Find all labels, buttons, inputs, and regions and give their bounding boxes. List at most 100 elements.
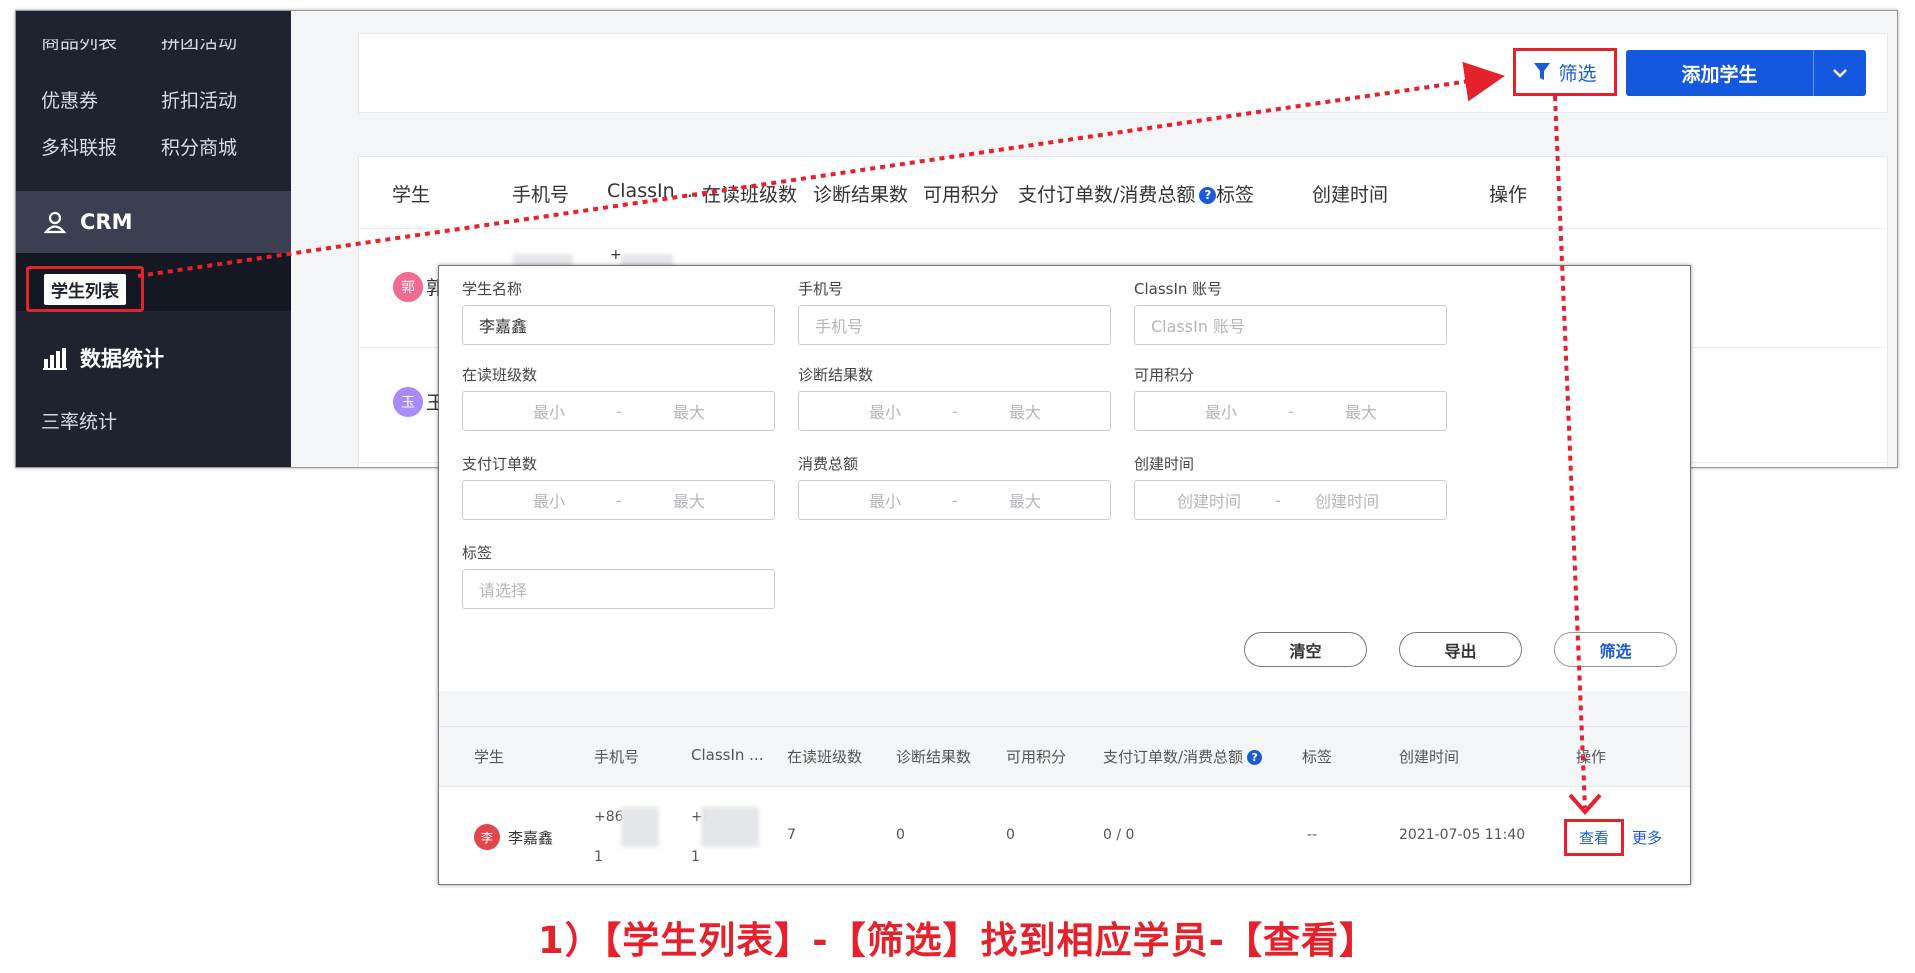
range-max[interactable]: 最大 (673, 399, 705, 423)
phone-suffix: 1 (594, 849, 603, 865)
range-dash: - (1288, 401, 1294, 421)
range-max[interactable]: 最大 (673, 488, 705, 512)
diag-count-value: 0 (896, 827, 905, 843)
filter-icon (1534, 63, 1551, 80)
phone-field[interactable]: 手机号 (798, 305, 1111, 345)
sidebar: 商品列表 拼团活动 优惠券 折扣活动 多科联报 积分商城 CRM 学生列表 数据… (16, 11, 291, 467)
range-min[interactable]: 最小 (869, 399, 901, 423)
range-dash: - (1275, 490, 1281, 510)
th-points[interactable]: 可用积分 (923, 180, 999, 207)
range-dash: - (952, 490, 958, 510)
avatar: 李 (474, 824, 500, 850)
label-created: 创建时间 (1134, 455, 1195, 473)
table-header: 学生 手机号 ClassIn ... 在读班级数 诊断结果数 可用积分 支付订单… (359, 157, 1887, 229)
view-button-highlight[interactable]: 查看 (1564, 819, 1624, 856)
filter-button[interactable]: 筛选 (1513, 48, 1617, 96)
range-dash: - (616, 490, 622, 510)
student-list-highlight[interactable]: 学生列表 (26, 266, 144, 312)
label-class-count: 在读班级数 (462, 366, 538, 384)
blurred-classin (701, 807, 759, 847)
rh-actions: 操作 (1576, 748, 1607, 766)
range-max[interactable]: 最大 (1009, 488, 1041, 512)
th-classin[interactable]: ClassIn ... (607, 180, 699, 202)
label-classin: ClassIn 账号 (1134, 280, 1223, 298)
menu-item-discounts[interactable]: 折扣活动 (161, 86, 281, 116)
rh-orders[interactable]: 支付订单数/消费总额? (1103, 746, 1263, 767)
clear-button[interactable]: 清空 (1244, 632, 1367, 667)
rh-created[interactable]: 创建时间 (1399, 746, 1459, 767)
chevron-down-icon (1833, 69, 1847, 78)
points-range[interactable]: 最小 - 最大 (1134, 391, 1447, 431)
label-student-name: 学生名称 (462, 280, 523, 298)
sidebar-group-crm[interactable]: CRM (16, 191, 291, 253)
more-link[interactable]: 更多 (1632, 827, 1662, 848)
th-created[interactable]: 创建时间 (1312, 180, 1388, 207)
bar-chart-icon (43, 348, 67, 370)
sidebar-item-three-rate[interactable]: 三率统计 (41, 407, 117, 434)
rh-student[interactable]: 学生 (474, 746, 504, 767)
classin-field[interactable]: ClassIn 账号 (1134, 305, 1447, 345)
th-tags[interactable]: 标签 (1216, 180, 1254, 207)
avatar: 郭 (393, 272, 423, 302)
label-points: 可用积分 (1134, 366, 1195, 384)
th-actions: 操作 (1489, 184, 1528, 206)
avatar: 玉 (393, 387, 423, 417)
menu-item-coupons[interactable]: 优惠券 (41, 86, 161, 116)
menu-item-points-mall[interactable]: 积分商城 (161, 133, 281, 163)
label-phone: 手机号 (798, 280, 844, 298)
rh-class-count[interactable]: 在读班级数 (787, 746, 862, 767)
tags-select[interactable]: 请选择 (462, 569, 775, 609)
rh-classin[interactable]: ClassIn ... (691, 746, 763, 764)
spending-range[interactable]: 最小 - 最大 (798, 480, 1111, 520)
th-student[interactable]: 学生 (392, 180, 430, 207)
range-min[interactable]: 最小 (533, 488, 565, 512)
filter-panel-screenshot: 学生名称 李嘉鑫 手机号 手机号 ClassIn 账号 ClassIn 账号 在… (438, 265, 1691, 885)
menu-item-group-buy[interactable]: 拼团活动 (161, 39, 281, 59)
instruction-caption: 1）【学生列表】-【筛选】找到相应学员-【查看】 (538, 919, 1377, 962)
class-count-range[interactable]: 最小 - 最大 (462, 391, 775, 431)
label-diag-count: 诊断结果数 (798, 366, 874, 384)
add-student-label[interactable]: 添加学生 (1626, 50, 1814, 96)
range-dash: - (952, 401, 958, 421)
rh-phone[interactable]: 手机号 (594, 746, 639, 767)
range-max[interactable]: 最大 (1345, 399, 1377, 423)
add-student-dropdown[interactable] (1814, 50, 1866, 96)
orders-range[interactable]: 最小 - 最大 (462, 480, 775, 520)
stats-label: 数据统计 (80, 347, 164, 371)
th-orders[interactable]: 支付订单数/消费总额? (1018, 180, 1217, 207)
result-header-divider (439, 726, 1690, 727)
tags-value: -- (1307, 827, 1318, 843)
sidebar-group-stats[interactable]: 数据统计 (42, 343, 164, 373)
crm-label: CRM (80, 210, 133, 234)
range-min[interactable]: 最小 (869, 488, 901, 512)
export-button[interactable]: 导出 (1399, 632, 1522, 667)
rh-points[interactable]: 可用积分 (1006, 746, 1066, 767)
orders-value: 0 / 0 (1103, 827, 1135, 843)
range-min[interactable]: 最小 (1205, 399, 1237, 423)
diag-count-range[interactable]: 最小 - 最大 (798, 391, 1111, 431)
user-icon (43, 211, 67, 234)
add-student-button[interactable]: 添加学生 (1626, 50, 1866, 96)
range-min[interactable]: 最小 (533, 399, 565, 423)
student-name[interactable]: 李嘉鑫 (508, 827, 553, 848)
th-phone[interactable]: 手机号 (512, 180, 569, 207)
rh-tags[interactable]: 标签 (1302, 746, 1332, 767)
blurred-phone (621, 807, 659, 847)
student-name-field[interactable]: 李嘉鑫 (462, 305, 775, 345)
help-icon[interactable]: ? (1199, 187, 1217, 204)
help-icon[interactable]: ? (1247, 750, 1263, 765)
sidebar-row: 多科联报 积分商城 (41, 133, 281, 163)
view-link[interactable]: 查看 (1579, 827, 1609, 848)
menu-item-multi-subject[interactable]: 多科联报 (41, 133, 161, 163)
classin-frag: + (610, 247, 622, 263)
range-max[interactable]: 最大 (1009, 399, 1041, 423)
menu-item-products[interactable]: 商品列表 (41, 39, 161, 59)
created-value: 2021-07-05 11:40 (1399, 827, 1526, 843)
date-start[interactable]: 创建时间 (1177, 488, 1241, 512)
th-class-count[interactable]: 在读班级数 (702, 180, 797, 207)
th-diag-count[interactable]: 诊断结果数 (813, 180, 908, 207)
rh-diag-count[interactable]: 诊断结果数 (896, 746, 971, 767)
created-date-range[interactable]: 创建时间 - 创建时间 (1134, 480, 1447, 520)
date-end[interactable]: 创建时间 (1315, 488, 1379, 512)
apply-filter-button[interactable]: 筛选 (1554, 632, 1677, 667)
